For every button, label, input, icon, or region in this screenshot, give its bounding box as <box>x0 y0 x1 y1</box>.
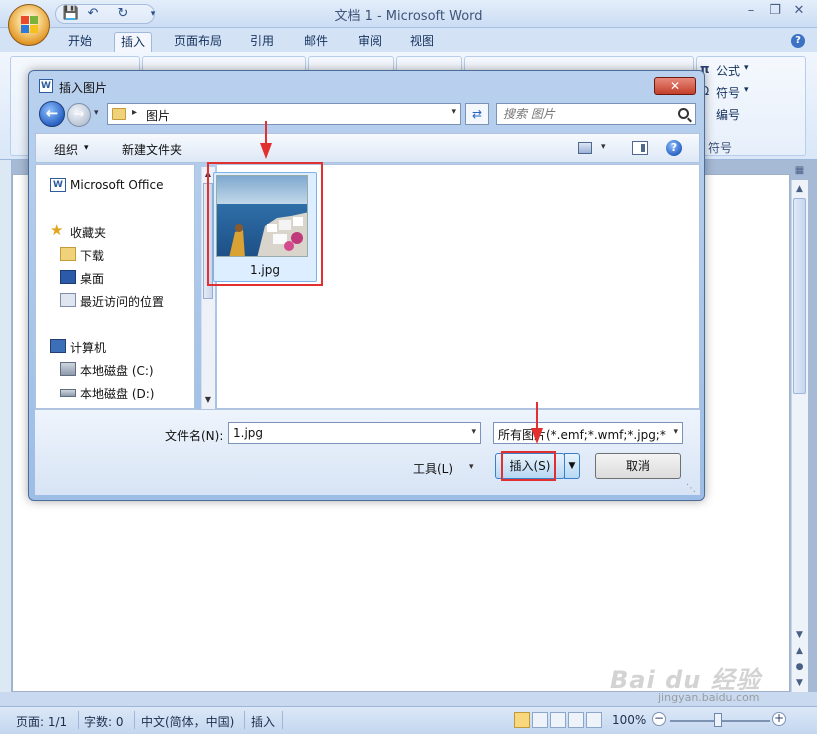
annotation-arrow-shaft <box>265 121 267 145</box>
file-type-select[interactable]: 所有图片(*.emf;*.wmf;*.jpg;*.jp ▾ <box>493 422 683 444</box>
ribbon-tabs: 开始 插入 页面布局 引用 邮件 审阅 视图 <box>0 28 817 52</box>
status-word-count[interactable]: 字数: 0 <box>84 713 124 730</box>
watermark-url: jingyan.baidu.com <box>658 691 760 704</box>
status-bar: 页面: 1/1 字数: 0 中文(简体，中国) 插入 100% − + <box>0 706 817 734</box>
star-icon: ★ <box>50 221 64 239</box>
drive-icon <box>60 362 76 376</box>
search-box[interactable] <box>496 103 696 125</box>
address-bar[interactable]: ▸ 图片 ▾ <box>107 103 461 125</box>
tab-mailings[interactable]: 邮件 <box>298 32 334 52</box>
insert-highlight-box <box>501 451 556 481</box>
word-doc-icon: W <box>50 178 66 192</box>
organize-button[interactable]: 组织 <box>54 141 78 158</box>
folder-icon <box>112 108 126 120</box>
chevron-down-icon[interactable]: ▾ <box>673 427 678 437</box>
full-screen-reading-view-icon[interactable] <box>532 712 548 728</box>
tab-references[interactable]: 引用 <box>244 32 280 52</box>
navigation-pane: W Microsoft Office ★ 收藏夹 下载 桌面 最近访问的位置 计… <box>35 164 195 409</box>
numbering-button[interactable]: 编号 <box>716 106 740 123</box>
search-icon[interactable] <box>678 108 689 119</box>
dialog-title: 插入图片 <box>59 81 108 95</box>
watermark-logo: Bai du 经验 <box>610 666 761 694</box>
new-folder-button[interactable]: 新建文件夹 <box>122 141 182 158</box>
office-button[interactable] <box>8 4 50 46</box>
cancel-button[interactable]: 取消 <box>595 453 681 479</box>
word-app-icon: W <box>39 79 53 93</box>
word-title-bar: 💾 ↶ ↻ ▾ 文档 1 - Microsoft Word – ❐ ✕ <box>0 0 817 28</box>
scroll-down-icon[interactable]: ▼ <box>793 628 806 642</box>
view-ruler-icon[interactable]: ▦ <box>791 165 808 179</box>
scrollbar-thumb[interactable] <box>793 198 806 394</box>
annotation-arrow-head <box>260 143 272 159</box>
recent-pages-dropdown-icon[interactable]: ▾ <box>94 108 99 118</box>
symbol-dropdown-icon[interactable]: ▾ <box>744 85 749 95</box>
organize-dropdown-icon[interactable]: ▾ <box>84 143 89 153</box>
vertical-ruler <box>0 160 12 692</box>
draft-view-icon[interactable] <box>586 712 602 728</box>
status-language[interactable]: 中文(简体，中国) <box>141 713 234 730</box>
file-name-field-label: 文件名(N): <box>165 429 224 443</box>
tab-page-layout[interactable]: 页面布局 <box>168 32 228 52</box>
web-layout-view-icon[interactable] <box>550 712 566 728</box>
status-page[interactable]: 页面: 1/1 <box>16 713 67 730</box>
zoom-in-icon[interactable]: + <box>772 712 786 726</box>
minimize-button[interactable]: – <box>738 3 764 21</box>
tab-insert[interactable]: 插入 <box>114 32 153 52</box>
help-icon[interactable]: ? <box>791 34 805 48</box>
drive-icon <box>60 389 76 397</box>
outline-view-icon[interactable] <box>568 712 584 728</box>
resize-grip-icon[interactable]: ⋱ <box>686 483 696 494</box>
insert-options-dropdown-icon[interactable]: ▼ <box>564 453 580 479</box>
tab-view[interactable]: 视图 <box>404 32 440 52</box>
status-insert-mode[interactable]: 插入 <box>251 713 275 730</box>
tab-review[interactable]: 审阅 <box>352 32 388 52</box>
change-view-icon[interactable] <box>578 142 592 154</box>
zoom-slider-thumb[interactable] <box>714 713 722 727</box>
next-page-icon[interactable]: ▼ <box>793 676 806 690</box>
desktop-icon <box>60 270 76 284</box>
tools-menu-button[interactable]: 工具(L) <box>413 460 453 477</box>
file-type-value: 所有图片(*.emf;*.wmf;*.jpg;*.jp <box>498 428 666 442</box>
close-button[interactable]: ✕ <box>786 3 812 21</box>
formula-dropdown-icon[interactable]: ▾ <box>744 63 749 73</box>
symbol-button[interactable]: 符号 <box>716 84 740 101</box>
dialog-close-button[interactable]: ✕ <box>654 77 696 95</box>
previous-page-icon[interactable]: ▲ <box>793 644 806 658</box>
computer-icon <box>50 339 66 353</box>
tools-dropdown-icon[interactable]: ▾ <box>469 462 474 472</box>
symbols-group-label: 符号 <box>708 141 733 155</box>
recent-places-icon <box>60 293 76 307</box>
view-dropdown-icon[interactable]: ▾ <box>601 142 606 152</box>
file-name-input[interactable] <box>233 425 458 441</box>
annotation-arrow-head <box>531 428 543 444</box>
restore-button[interactable]: ❐ <box>762 3 788 21</box>
address-path[interactable]: 图片 <box>146 107 170 124</box>
formula-button[interactable]: 公式 <box>716 62 740 79</box>
tab-home[interactable]: 开始 <box>62 32 98 52</box>
browse-object-icon[interactable]: ● <box>793 660 806 674</box>
nav-scroll-down-icon[interactable]: ▼ <box>202 395 214 407</box>
file-name-combobox[interactable]: ▾ <box>228 422 481 444</box>
chevron-right-icon[interactable]: ▸ <box>132 107 137 118</box>
zoom-level[interactable]: 100% <box>612 713 646 727</box>
preview-pane-icon[interactable] <box>632 141 648 155</box>
downloads-folder-icon <box>60 247 76 261</box>
zoom-out-icon[interactable]: − <box>652 712 666 726</box>
dialog-help-icon[interactable]: ? <box>666 140 682 156</box>
office-logo-icon <box>21 16 39 34</box>
file-highlight-box <box>207 162 323 286</box>
window-title: 文档 1 - Microsoft Word <box>334 9 483 24</box>
forward-arrow-icon[interactable]: → <box>67 103 91 127</box>
print-layout-view-icon[interactable] <box>514 712 530 728</box>
insert-picture-dialog: W 插入图片 ✕ ← → ▾ ▸ 图片 ▾ ⇄ 组织 ▾ 新建文件夹 ▾ ? W… <box>28 70 705 501</box>
watermark: Bai du 经验 jingyan.baidu.com <box>610 660 761 704</box>
address-dropdown-icon[interactable]: ▾ <box>451 107 456 117</box>
command-bar: 组织 ▾ 新建文件夹 ▾ ? <box>35 133 700 163</box>
search-input[interactable] <box>503 106 668 122</box>
scroll-up-icon[interactable]: ▲ <box>793 182 806 196</box>
chevron-down-icon[interactable]: ▾ <box>471 427 476 437</box>
back-arrow-icon[interactable]: ← <box>39 101 65 127</box>
annotation-arrow-shaft <box>536 402 538 430</box>
refresh-icon[interactable]: ⇄ <box>465 103 489 125</box>
